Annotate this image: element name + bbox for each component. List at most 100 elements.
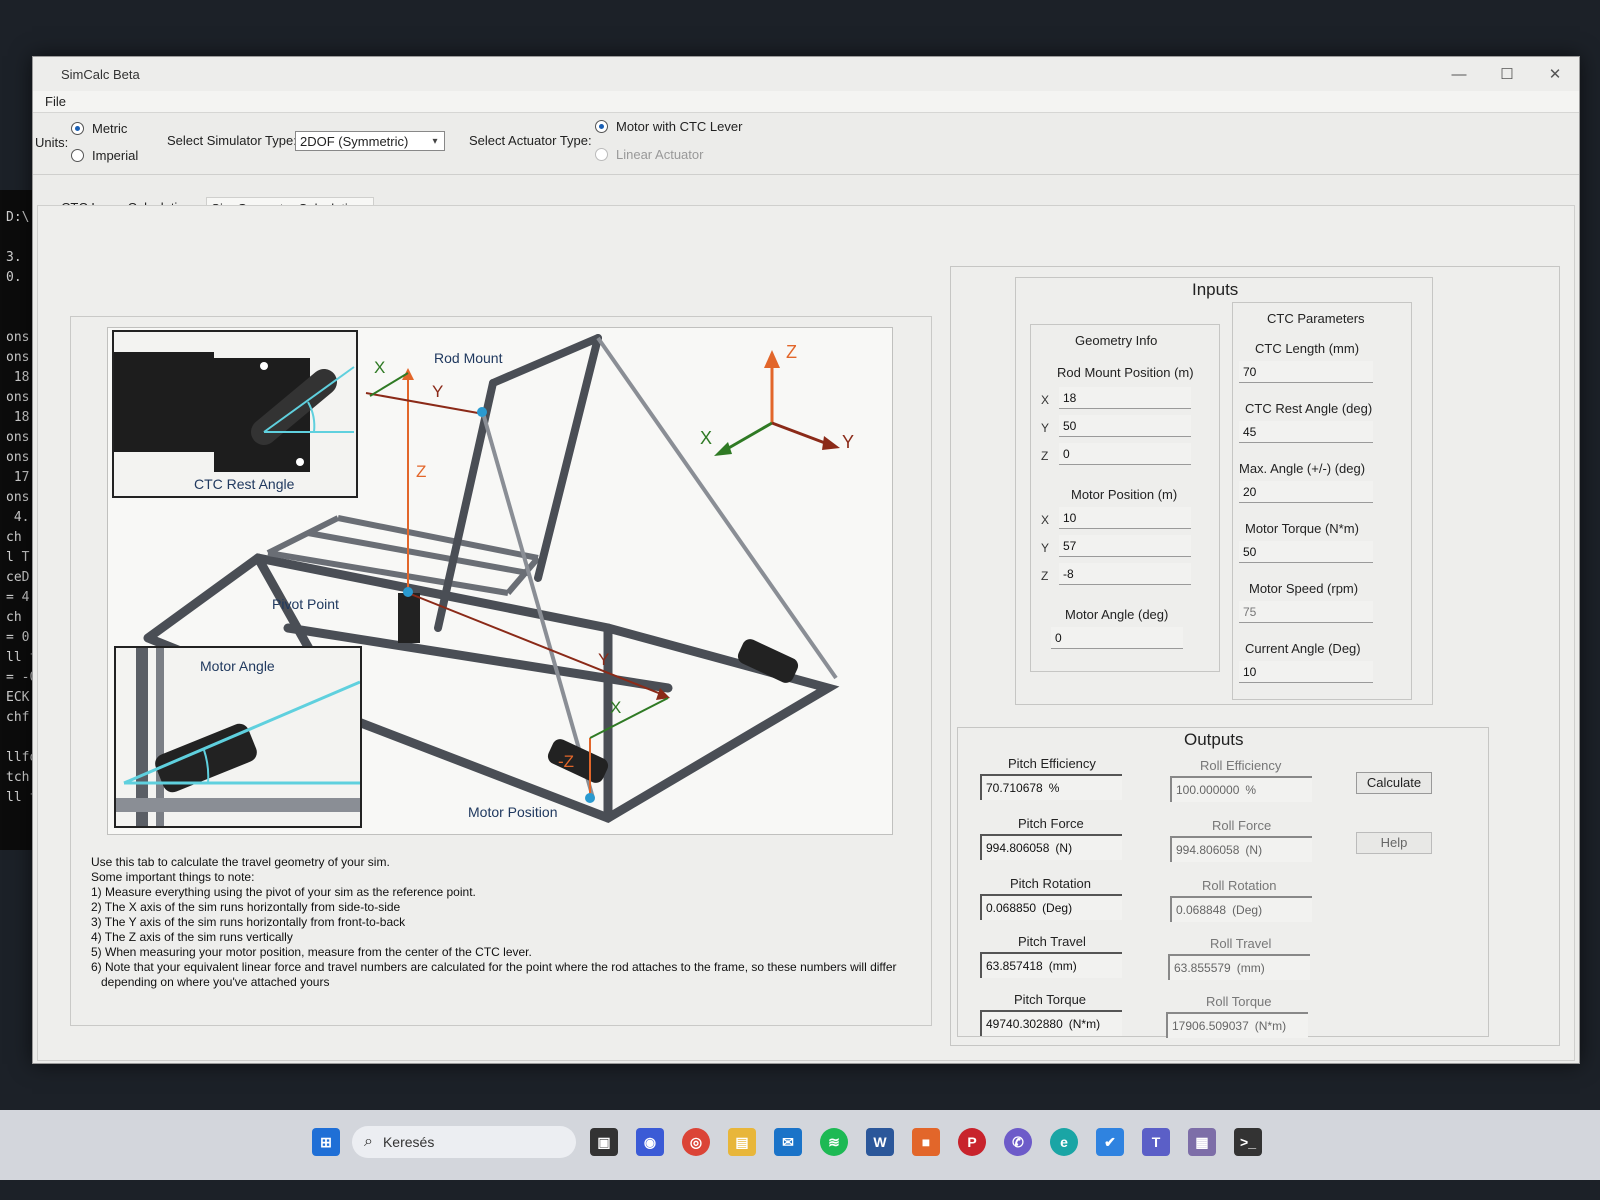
roll-torque-output: 17906.509037 (N*m)	[1166, 1012, 1308, 1038]
search-placeholder: Keresés	[382, 1134, 435, 1150]
pitch-travel-output: 63.857418 (mm)	[980, 952, 1122, 978]
rod-x-label: X	[374, 358, 386, 377]
rod-z-field-label: Z	[1041, 449, 1049, 463]
sim-type-value: 2DOF (Symmetric)	[300, 133, 409, 149]
actuator-linear-radio[interactable]: Linear Actuator	[595, 147, 703, 162]
edge-icon[interactable]: e	[1050, 1128, 1078, 1156]
units-metric-label: Metric	[92, 121, 128, 136]
rod-mount-y-input[interactable]: 50	[1059, 415, 1191, 437]
unit-label: (Deg)	[1232, 903, 1263, 917]
rod-y-field-label: Y	[1041, 421, 1050, 435]
ctc-rest-angle-inset: CTC Rest Angle	[112, 330, 358, 498]
unit-label: (N*m)	[1254, 1019, 1287, 1033]
calculate-button[interactable]: Calculate	[1356, 772, 1432, 794]
ctc-parameters-group: CTC Parameters CTC Length (mm) 70 CTC Re…	[1232, 302, 1412, 700]
motor-neg-z-label: -Z	[558, 752, 575, 771]
motor-position-label: Motor Position	[468, 804, 558, 820]
max-angle-label: Max. Angle (+/-) (deg)	[1239, 461, 1366, 476]
teams-icon[interactable]: T	[1142, 1128, 1170, 1156]
maximize-button[interactable]: ☐	[1483, 57, 1531, 91]
close-button[interactable]: ✕	[1531, 57, 1579, 91]
roll-travel-value: 63.855579	[1174, 961, 1231, 975]
outputs-title: Outputs	[1184, 730, 1244, 749]
rod-x-field-label: X	[1041, 393, 1050, 407]
note-line: 4) The Z axis of the sim runs vertically	[91, 930, 293, 944]
actuator-linear-label: Linear Actuator	[616, 147, 704, 162]
sim-type-select[interactable]: 2DOF (Symmetric) ▾	[295, 131, 445, 151]
global-y-label: Y	[842, 432, 855, 452]
mail-icon[interactable]: ✉	[774, 1128, 802, 1156]
unit-label: (mm)	[1048, 959, 1077, 973]
motor-angle-input[interactable]: 0	[1051, 627, 1183, 649]
note-line: depending on where you've attached yours	[101, 975, 330, 989]
units-imperial-radio[interactable]: Imperial	[71, 148, 138, 163]
office-icon[interactable]: ■	[912, 1128, 940, 1156]
global-z-label: Z	[786, 342, 797, 362]
roll-travel-output: 63.855579 (mm)	[1168, 954, 1310, 980]
note-line: Use this tab to calculate the travel geo…	[91, 855, 390, 869]
actuator-motor-radio[interactable]: Motor with CTC Lever	[595, 119, 742, 134]
max-angle-input[interactable]: 20	[1239, 481, 1373, 503]
unit-label: (Deg)	[1042, 901, 1073, 915]
ctc-length-input[interactable]: 70	[1239, 361, 1373, 383]
pitch-travel-label: Pitch Travel	[1018, 934, 1086, 949]
pitch-rotation-output: 0.068850 (Deg)	[980, 894, 1122, 920]
title-bar: SimCalc Beta — ☐ ✕	[33, 57, 1579, 91]
chrome-icon[interactable]: ◎	[682, 1128, 710, 1156]
viber-icon[interactable]: ✆	[1004, 1128, 1032, 1156]
save-disk-icon[interactable]: ▦	[1188, 1128, 1216, 1156]
roll-efficiency-output: 100.000000%	[1170, 776, 1312, 802]
rod-mount-position-label: Rod Mount Position (m)	[1057, 365, 1194, 380]
unit-label: (N)	[1245, 843, 1263, 857]
roll-force-label: Roll Force	[1212, 818, 1272, 833]
pivot-point-label: Pivot Point	[272, 596, 339, 612]
current-angle-input[interactable]: 10	[1239, 661, 1373, 683]
motor-z-input[interactable]: -8	[1059, 563, 1191, 585]
units-metric-radio[interactable]: Metric	[71, 121, 127, 136]
unit-label: %	[1245, 783, 1257, 797]
rod-mount-z-input[interactable]: 0	[1059, 443, 1191, 465]
sim-geometry-diagram: Z X Y X Y Z Y X -Z Rod Mount Pivot Point…	[107, 327, 893, 835]
rod-mount-x-input[interactable]: 18	[1059, 387, 1191, 409]
pitch-efficiency-value: 70.710678	[986, 781, 1043, 795]
rod-y-label: Y	[432, 382, 444, 401]
note-line: 5) When measuring your motor position, m…	[91, 945, 532, 959]
spotify-icon[interactable]: ≋	[820, 1128, 848, 1156]
motor-torque-input[interactable]: 50	[1239, 541, 1373, 563]
motor-speed-input[interactable]: 75	[1239, 601, 1373, 623]
inputs-title: Inputs	[1192, 280, 1239, 299]
chat-icon[interactable]: ◉	[636, 1128, 664, 1156]
file-explorer-icon[interactable]: ▤	[728, 1128, 756, 1156]
motor-angle-inset: Motor Angle	[114, 646, 362, 828]
note-line: 2) The X axis of the sim runs horizontal…	[91, 900, 401, 914]
pinterest-icon[interactable]: P	[958, 1128, 986, 1156]
task-view-icon[interactable]: ▣	[590, 1128, 618, 1156]
motor-torque-label: Motor Torque (N*m)	[1245, 521, 1359, 536]
taskbar-search[interactable]: ⌕ Keresés	[352, 1126, 576, 1158]
geometry-info-group: Geometry Info Rod Mount Position (m) X 1…	[1030, 324, 1220, 672]
terminal-icon[interactable]: >_	[1234, 1128, 1262, 1156]
roll-force-output: 994.806058 (N)	[1170, 836, 1312, 862]
roll-efficiency-label: Roll Efficiency	[1200, 758, 1282, 773]
chevron-down-icon: ▾	[432, 135, 438, 147]
windows-start-icon[interactable]: ⊞	[312, 1128, 340, 1156]
units-label: Units:	[35, 135, 69, 150]
roll-torque-label: Roll Torque	[1206, 994, 1272, 1009]
diagram-frame: Z X Y X Y Z Y X -Z Rod Mount Pivot Point…	[70, 316, 932, 1026]
pitch-rotation-value: 0.068850	[986, 901, 1037, 915]
inputs-group: Inputs Geometry Info Rod Mount Position …	[1015, 277, 1433, 705]
motor-y-input[interactable]: 57	[1059, 535, 1191, 557]
word-icon[interactable]: W	[866, 1128, 894, 1156]
outputs-group: Outputs Pitch Efficiency 70.710678% Roll…	[957, 727, 1489, 1038]
pitch-travel-value: 63.857418	[986, 959, 1043, 973]
motor-x-input[interactable]: 10	[1059, 507, 1191, 529]
geometry-info-title: Geometry Info	[1075, 333, 1158, 348]
help-button[interactable]: Help	[1356, 832, 1432, 854]
roll-rotation-value: 0.068848	[1176, 903, 1227, 917]
ctc-rest-angle-input[interactable]: 45	[1239, 421, 1373, 443]
unit-label: (N)	[1055, 841, 1073, 855]
minimize-button[interactable]: —	[1435, 57, 1483, 91]
menu-file[interactable]: File	[39, 94, 72, 109]
todo-icon[interactable]: ✔	[1096, 1128, 1124, 1156]
pitch-force-output: 994.806058 (N)	[980, 834, 1122, 860]
